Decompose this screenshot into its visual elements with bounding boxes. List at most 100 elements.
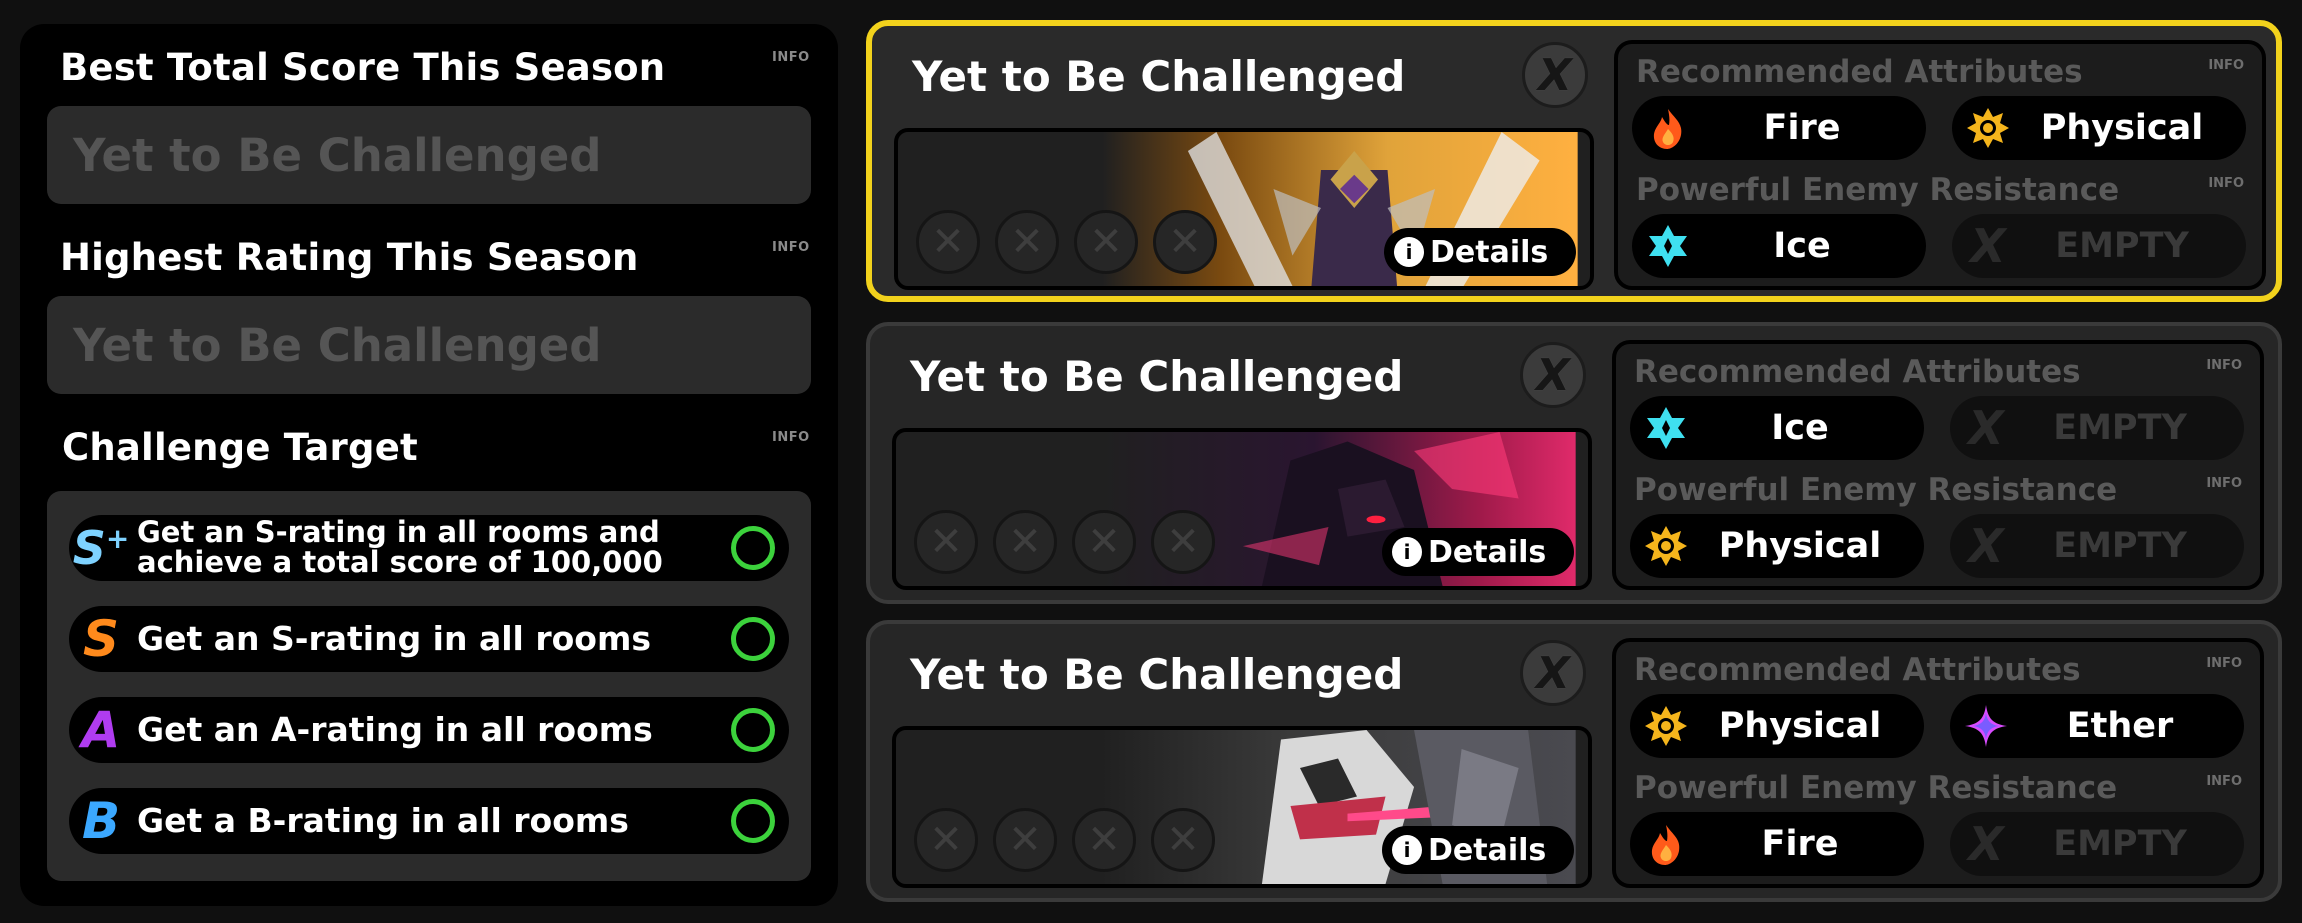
empty-x-icon: X: [1968, 519, 2004, 573]
attribute-label: EMPTY: [2053, 824, 2187, 864]
recommended-attribute-pill: Physical: [1952, 96, 2246, 160]
card-title: Yet to Be Challenged: [912, 52, 1406, 101]
challenge-card-1[interactable]: Yet to Be Challenged X ✕ ✕ ✕ ✕ i Details…: [866, 20, 2282, 302]
details-label: Details: [1428, 534, 1547, 570]
enemy-resistance-label: Powerful Enemy Resistance: [1636, 172, 2120, 208]
challenge-target-info-button[interactable]: INFO: [772, 430, 810, 445]
recommended-attribute-pill: Fire: [1632, 96, 1926, 160]
card-title: Yet to Be Challenged: [910, 650, 1404, 699]
team-slot-empty-icon: ✕: [914, 510, 978, 574]
team-slot-empty-icon: ✕: [1153, 210, 1217, 274]
attribute-label: Physical: [2040, 108, 2204, 148]
resistance-attribute-pill: Physical: [1630, 514, 1924, 578]
target-row-b: B Get a B-rating in all rooms: [69, 788, 789, 854]
details-label: Details: [1430, 234, 1549, 270]
attribute-label: Physical: [1718, 526, 1882, 566]
empty-x-icon: X: [1968, 401, 2004, 455]
rank-s-plus-icon: S+: [72, 521, 130, 575]
enemy-resistance-label: Powerful Enemy Resistance: [1634, 472, 2118, 508]
best-score-info-button[interactable]: INFO: [772, 50, 810, 65]
details-button[interactable]: i Details: [1382, 528, 1574, 576]
target-row-a: A Get an A-rating in all rooms: [69, 697, 789, 763]
resistance-attribute-pill: Ice: [1632, 214, 1926, 278]
team-slot-empty-icon: ✕: [916, 210, 980, 274]
enemy-resistance-label: Powerful Enemy Resistance: [1634, 770, 2118, 806]
target-text: Get an S-rating in all rooms: [137, 619, 651, 659]
challenge-target-list: S+ Get an S-rating in all rooms and achi…: [47, 491, 811, 881]
details-button[interactable]: i Details: [1384, 228, 1576, 276]
highest-rating-title: Highest Rating This Season: [60, 236, 639, 279]
recommended-info-button[interactable]: INFO: [2208, 58, 2244, 73]
best-score-title: Best Total Score This Season: [60, 46, 666, 89]
rank-x-badge-icon: X: [1520, 342, 1586, 408]
rank-b-icon: B: [81, 792, 121, 850]
resistance-attribute-pill-empty: X EMPTY: [1952, 214, 2246, 278]
physical-icon: [1636, 696, 1696, 756]
team-slot-empty-icon: ✕: [1072, 808, 1136, 872]
ice-icon: [1636, 398, 1696, 458]
attributes-panel: Recommended Attributes INFO Ice X EMPTY …: [1612, 340, 2264, 590]
attribute-label: Ice: [1771, 408, 1829, 448]
rank-x-badge-icon: X: [1520, 640, 1586, 706]
empty-x-icon: X: [1968, 817, 2004, 871]
info-clock-icon: i: [1394, 237, 1424, 267]
attribute-label: Fire: [1761, 824, 1839, 864]
attribute-label: EMPTY: [2055, 226, 2189, 266]
attribute-label: Physical: [1718, 706, 1882, 746]
target-status-ring-icon: [731, 526, 775, 570]
resistance-info-button[interactable]: INFO: [2208, 176, 2244, 191]
team-slot-empty-icon: ✕: [995, 210, 1059, 274]
recommended-info-button[interactable]: INFO: [2206, 656, 2242, 671]
team-slot-empty-icon: ✕: [1151, 510, 1215, 574]
info-clock-icon: i: [1392, 835, 1422, 865]
resistance-attribute-pill-empty: X EMPTY: [1950, 514, 2244, 578]
team-slot-empty-icon: ✕: [1072, 510, 1136, 574]
team-slot-empty-icon: ✕: [993, 808, 1057, 872]
physical-icon: [1958, 98, 2018, 158]
target-text: Get an A-rating in all rooms: [137, 710, 653, 750]
physical-icon: [1636, 516, 1696, 576]
ether-icon: [1956, 696, 2016, 756]
empty-x-icon: X: [1970, 219, 2006, 273]
resistance-attribute-pill-empty: X EMPTY: [1950, 812, 2244, 876]
recommended-info-button[interactable]: INFO: [2206, 358, 2242, 373]
rank-s-icon: S: [82, 610, 119, 668]
attribute-label: EMPTY: [2053, 526, 2187, 566]
enemy-preview: ✕ ✕ ✕ ✕ i Details: [892, 428, 1592, 590]
rank-a-icon: A: [81, 701, 121, 759]
highest-rating-info-button[interactable]: INFO: [772, 240, 810, 255]
challenge-card-3[interactable]: Yet to Be Challenged X ✕ ✕ ✕ ✕ i Details…: [866, 620, 2282, 902]
resistance-info-button[interactable]: INFO: [2206, 774, 2242, 789]
recommended-attribute-pill: Ice: [1630, 396, 1924, 460]
team-slot-empty-icon: ✕: [914, 808, 978, 872]
challenge-target-title: Challenge Target: [62, 426, 418, 469]
attribute-label: Ice: [1773, 226, 1831, 266]
target-row-s: S Get an S-rating in all rooms: [69, 606, 789, 672]
attribute-label: Fire: [1763, 108, 1841, 148]
target-status-ring-icon: [731, 708, 775, 752]
rank-x-badge-icon: X: [1522, 42, 1588, 108]
recommended-attribute-pill-empty: X EMPTY: [1950, 396, 2244, 460]
challenge-card-2[interactable]: Yet to Be Challenged X ✕ ✕ ✕ ✕ i Details…: [866, 322, 2282, 604]
details-label: Details: [1428, 832, 1547, 868]
attribute-label: Ether: [2066, 706, 2174, 746]
attributes-panel: Recommended Attributes INFO Physical Eth…: [1612, 638, 2264, 888]
details-button[interactable]: i Details: [1382, 826, 1574, 874]
resistance-attribute-pill: Fire: [1630, 812, 1924, 876]
attributes-panel: Recommended Attributes INFO Fire Physica…: [1614, 40, 2266, 290]
team-slot-empty-icon: ✕: [993, 510, 1057, 574]
season-summary-panel: Best Total Score This Season INFO Yet to…: [20, 24, 838, 906]
recommended-attribute-pill: Ether: [1950, 694, 2244, 758]
resistance-info-button[interactable]: INFO: [2206, 476, 2242, 491]
recommended-attributes-label: Recommended Attributes: [1634, 354, 2081, 390]
target-status-ring-icon: [731, 617, 775, 661]
enemy-preview: ✕ ✕ ✕ ✕ i Details: [892, 726, 1592, 888]
highest-rating-value: Yet to Be Challenged: [47, 296, 811, 394]
team-slot-empty-icon: ✕: [1151, 808, 1215, 872]
target-text: Get an S-rating in all rooms and achieve…: [137, 515, 663, 579]
info-clock-icon: i: [1392, 537, 1422, 567]
enemy-preview: ✕ ✕ ✕ ✕ i Details: [894, 128, 1594, 290]
team-slot-empty-icon: ✕: [1074, 210, 1138, 274]
best-score-value: Yet to Be Challenged: [47, 106, 811, 204]
ice-icon: [1638, 216, 1698, 276]
